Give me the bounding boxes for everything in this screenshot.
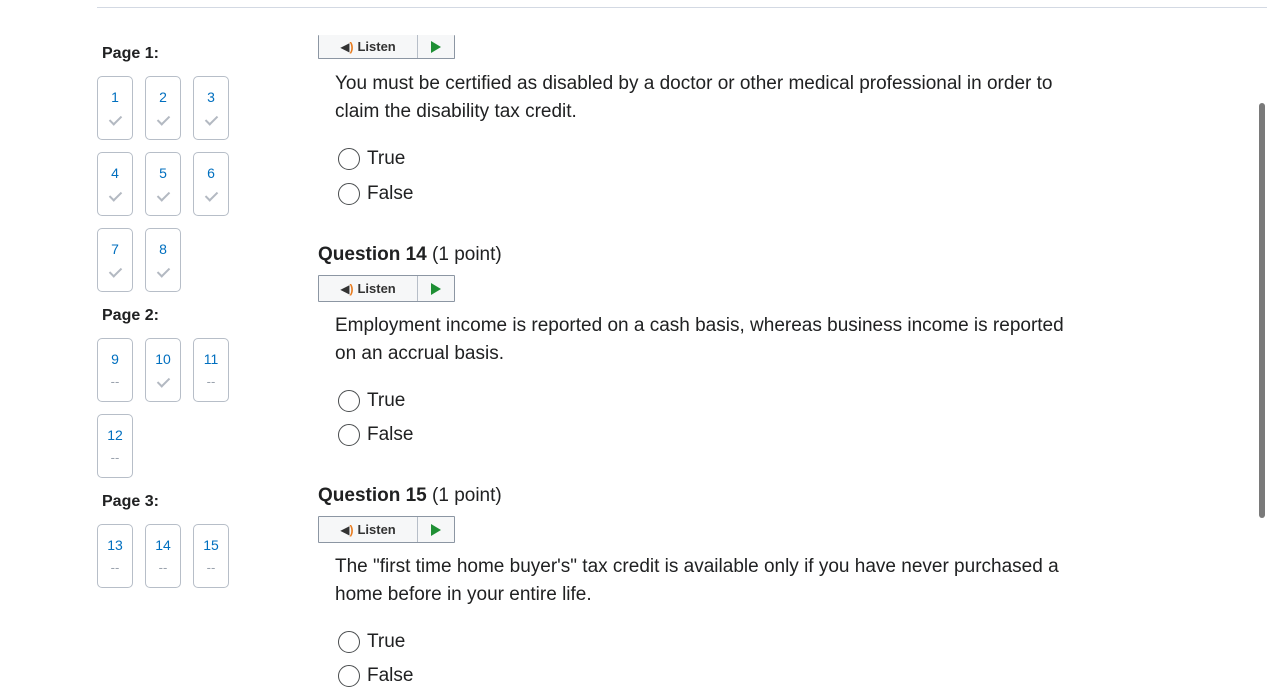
question-number: 15 [203, 537, 219, 553]
speaker-icon: ◀) [340, 39, 354, 54]
question-number: 7 [111, 241, 119, 257]
listen-button[interactable]: ◀) Listen [319, 276, 418, 301]
listen-button[interactable]: ◀) Listen [319, 35, 418, 58]
page-3-label: Page 3: [102, 493, 159, 510]
scrollbar[interactable] [1257, 0, 1267, 689]
question-tile-6[interactable]: 6 [193, 152, 229, 216]
speaker-icon: ◀) [340, 522, 354, 537]
scrollbar-thumb[interactable] [1259, 103, 1265, 518]
answered-check-icon [146, 111, 180, 129]
option-false-q15[interactable]: False [338, 665, 413, 687]
question-tile-4[interactable]: 4 [97, 152, 133, 216]
option-label: False [367, 424, 414, 445]
question-tile-13[interactable]: 13 -- [97, 524, 133, 588]
radio-button[interactable] [338, 424, 360, 446]
play-button[interactable] [418, 35, 454, 58]
option-label: True [367, 631, 406, 652]
unanswered-mark: -- [110, 560, 120, 575]
option-label: False [367, 665, 414, 686]
radio-button[interactable] [338, 631, 360, 653]
unanswered-mark: -- [110, 374, 120, 389]
unanswered-mark: -- [110, 450, 120, 465]
unanswered-mark: -- [206, 374, 216, 389]
question-number: 6 [207, 165, 215, 181]
play-icon [431, 282, 441, 295]
question-tile-10[interactable]: 10 [145, 338, 181, 402]
listen-label: Listen [357, 39, 396, 54]
answered-check-icon [98, 111, 132, 129]
question-tile-8[interactable]: 8 [145, 228, 181, 292]
quiz-page: Page 1: 1 2 3 4 5 6 7 8 Page 2: 9 -- 10 … [0, 0, 1267, 689]
question-text-q13: You must be certified as disabled by a d… [335, 73, 1053, 122]
page-1-label: Page 1: [102, 45, 159, 62]
question-tile-12[interactable]: 12 -- [97, 414, 133, 478]
answered-check-icon [146, 263, 180, 281]
question-text-q14: Employment income is reported on a cash … [335, 315, 1064, 364]
question-tile-7[interactable]: 7 [97, 228, 133, 292]
question-number: 1 [111, 89, 119, 105]
unanswered-mark: -- [206, 560, 216, 575]
question-number: 5 [159, 165, 167, 181]
listen-widget-q14: ◀) Listen [318, 275, 455, 302]
question-heading: Question 14 [318, 244, 427, 265]
answered-check-icon [146, 373, 180, 391]
radio-button[interactable] [338, 390, 360, 412]
unanswered-mark: -- [158, 560, 168, 575]
answered-check-icon [98, 263, 132, 281]
answered-check-icon [194, 187, 228, 205]
question-number: 14 [155, 537, 171, 553]
play-button[interactable] [418, 517, 454, 542]
top-divider [97, 7, 1267, 8]
option-label: False [367, 183, 414, 204]
listen-widget-q13: ◀) Listen [318, 35, 455, 59]
question-tile-11[interactable]: 11 -- [193, 338, 229, 402]
question-number: 10 [155, 351, 171, 367]
question-points: (1 point) [432, 485, 502, 506]
question-number: 2 [159, 89, 167, 105]
question-number: 12 [107, 427, 123, 443]
option-true-q14[interactable]: True [338, 390, 405, 412]
answered-check-icon [194, 111, 228, 129]
radio-button[interactable] [338, 183, 360, 205]
question-tile-14[interactable]: 14 -- [145, 524, 181, 588]
answered-check-icon [98, 187, 132, 205]
question-number: 9 [111, 351, 119, 367]
option-false-q14[interactable]: False [338, 424, 413, 446]
question-title-14: Question 14 (1 point) [318, 244, 502, 266]
question-tile-15[interactable]: 15 -- [193, 524, 229, 588]
question-text-q15: The "first time home buyer's" tax credit… [335, 556, 1059, 605]
radio-button[interactable] [338, 665, 360, 687]
question-number: 13 [107, 537, 123, 553]
play-icon [431, 40, 441, 53]
question-number: 11 [203, 351, 219, 367]
listen-label: Listen [357, 522, 396, 537]
question-heading: Question 15 [318, 485, 427, 506]
option-true-q13[interactable]: True [338, 148, 405, 170]
option-true-q15[interactable]: True [338, 631, 405, 653]
play-button[interactable] [418, 276, 454, 301]
radio-button[interactable] [338, 148, 360, 170]
question-number: 3 [207, 89, 215, 105]
question-title-15: Question 15 (1 point) [318, 485, 502, 507]
play-icon [431, 523, 441, 536]
question-tile-1[interactable]: 1 [97, 76, 133, 140]
speaker-icon: ◀) [340, 281, 354, 296]
page-2-label: Page 2: [102, 307, 159, 324]
question-number: 4 [111, 165, 119, 181]
question-tile-5[interactable]: 5 [145, 152, 181, 216]
listen-label: Listen [357, 281, 396, 296]
question-tile-2[interactable]: 2 [145, 76, 181, 140]
question-points: (1 point) [432, 244, 502, 265]
question-tile-9[interactable]: 9 -- [97, 338, 133, 402]
answered-check-icon [146, 187, 180, 205]
question-number: 8 [159, 241, 167, 257]
listen-widget-q15: ◀) Listen [318, 516, 455, 543]
option-label: True [367, 390, 406, 411]
option-false-q13[interactable]: False [338, 183, 413, 205]
listen-button[interactable]: ◀) Listen [319, 517, 418, 542]
option-label: True [367, 148, 406, 169]
question-tile-3[interactable]: 3 [193, 76, 229, 140]
